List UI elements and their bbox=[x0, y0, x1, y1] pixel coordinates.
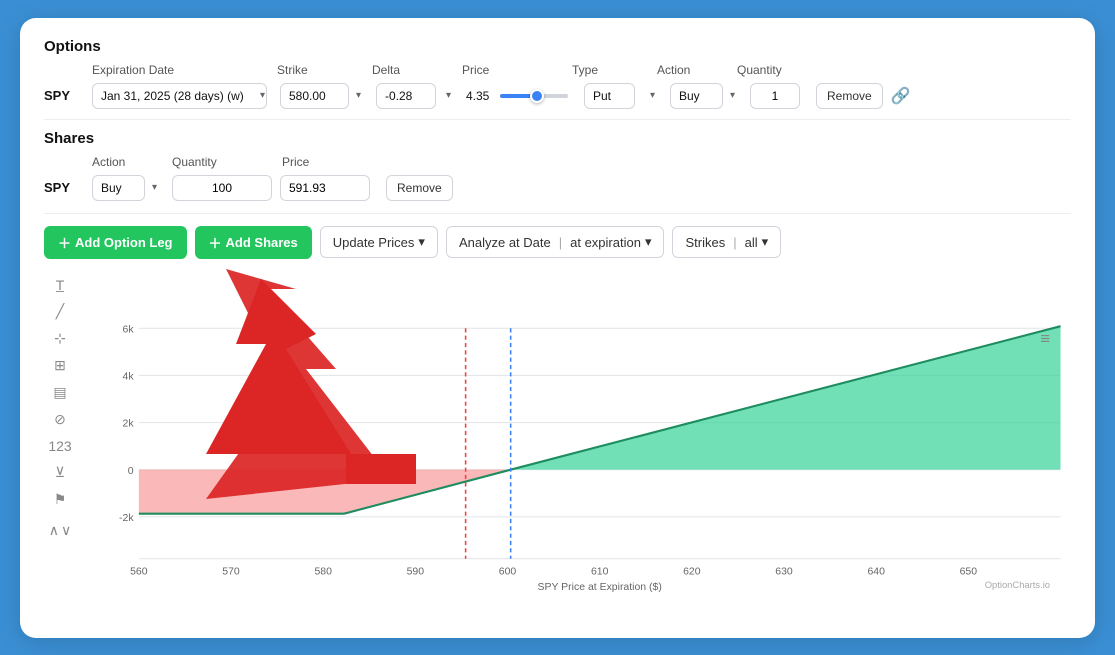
svg-text:650: 650 bbox=[960, 566, 978, 577]
svg-text:610: 610 bbox=[591, 566, 609, 577]
strike-select[interactable]: 580.00 bbox=[280, 83, 349, 109]
header-quantity: Quantity bbox=[737, 63, 797, 77]
delta-select[interactable]: -0.28 bbox=[376, 83, 436, 109]
profit-loss-chart: Expected Profit & Loss ($) 6k 4k 2k 0 -2… bbox=[76, 269, 1071, 618]
grid-tool-icon[interactable]: ⊞ bbox=[54, 357, 66, 374]
svg-text:6k: 6k bbox=[123, 324, 135, 335]
dropdown-icon-update: ▾ bbox=[418, 234, 425, 250]
svg-text:580: 580 bbox=[314, 566, 332, 577]
add-option-leg-button[interactable]: ＋ Add Option Leg bbox=[44, 226, 187, 259]
expiration-select[interactable]: Jan 31, 2025 (28 days) (w) bbox=[92, 83, 267, 109]
svg-text:2k: 2k bbox=[123, 418, 135, 429]
table-tool-icon[interactable]: ▤ bbox=[53, 384, 66, 401]
eye-tool-icon[interactable]: ⊘ bbox=[54, 411, 66, 428]
slider-thumb bbox=[530, 89, 544, 103]
shares-row: SPY Buy Remove bbox=[44, 175, 1071, 214]
share-action-select[interactable]: Buy bbox=[92, 175, 145, 201]
share-quantity-input[interactable] bbox=[172, 175, 272, 201]
main-card: Options Expiration Date Strike Delta Pri… bbox=[20, 18, 1095, 638]
svg-text:600: 600 bbox=[499, 566, 517, 577]
svg-text:OptionCharts.io: OptionCharts.io bbox=[985, 579, 1050, 590]
point-tool-icon[interactable]: ⊹ bbox=[54, 330, 66, 347]
share-price-input[interactable] bbox=[280, 175, 370, 201]
options-title: Options bbox=[44, 38, 1071, 55]
header-action: Action bbox=[657, 63, 737, 77]
svg-text:-2k: -2k bbox=[119, 513, 134, 524]
shares-header-qty: Quantity bbox=[172, 155, 282, 169]
option-ticker: SPY bbox=[44, 88, 92, 103]
add-shares-button[interactable]: ＋ Add Shares bbox=[195, 226, 312, 259]
option-price: 4.35 bbox=[466, 89, 496, 103]
svg-text:0: 0 bbox=[128, 465, 134, 476]
chevron-up-icon[interactable]: ∧ bbox=[49, 522, 59, 539]
type-select[interactable]: Put bbox=[584, 83, 635, 109]
axis-tool-icon[interactable]: ⊻ bbox=[55, 464, 65, 481]
header-expiration: Expiration Date bbox=[92, 63, 277, 77]
analyze-at-date-button[interactable]: Analyze at Date | at expiration ▾ bbox=[446, 226, 665, 258]
share-ticker: SPY bbox=[44, 180, 92, 195]
dropdown-icon-analyze: ▾ bbox=[645, 234, 652, 250]
chart-icon-panel: T̲ ╱ ⊹ ⊞ ▤ ⊘ 123 ⊻ ⚑ ∧ ∨ bbox=[44, 269, 76, 618]
share-remove-button[interactable]: Remove bbox=[386, 175, 453, 201]
svg-text:570: 570 bbox=[222, 566, 240, 577]
svg-text:620: 620 bbox=[683, 566, 701, 577]
shares-header: Action Quantity Price bbox=[44, 155, 1071, 169]
header-price: Price bbox=[462, 63, 572, 77]
chart-wrapper: Expected Profit & Loss ($) 6k 4k 2k 0 -2… bbox=[76, 269, 1071, 618]
text-tool-icon[interactable]: T̲ bbox=[56, 277, 65, 293]
options-section: Options Expiration Date Strike Delta Pri… bbox=[44, 38, 1071, 130]
price-slider[interactable] bbox=[500, 94, 568, 98]
chart-container: T̲ ╱ ⊹ ⊞ ▤ ⊘ 123 ⊻ ⚑ ∧ ∨ Expected Profit… bbox=[44, 269, 1071, 618]
chevron-down-icon[interactable]: ∨ bbox=[61, 522, 71, 539]
link-icon: 🔗 bbox=[891, 86, 911, 106]
number-tool-icon[interactable]: 123 bbox=[48, 438, 71, 454]
shares-title: Shares bbox=[44, 130, 1071, 147]
option-action-select[interactable]: Buy bbox=[670, 83, 723, 109]
dropdown-icon-strikes: ▾ bbox=[762, 234, 769, 250]
svg-text:≡: ≡ bbox=[1040, 329, 1050, 348]
svg-text:590: 590 bbox=[407, 566, 425, 577]
update-prices-button[interactable]: Update Prices ▾ bbox=[320, 226, 438, 258]
svg-text:630: 630 bbox=[775, 566, 793, 577]
header-delta: Delta bbox=[372, 63, 462, 77]
flag-tool-icon[interactable]: ⚑ bbox=[54, 491, 67, 508]
options-row: SPY Jan 31, 2025 (28 days) (w) 580.00 -0… bbox=[44, 83, 1071, 120]
plus-icon: ＋ bbox=[58, 233, 71, 252]
shares-section: Shares Action Quantity Price SPY Buy Rem… bbox=[44, 130, 1071, 214]
header-type: Type bbox=[572, 63, 657, 77]
svg-text:560: 560 bbox=[130, 566, 148, 577]
option-quantity-input[interactable] bbox=[750, 83, 800, 109]
svg-text:640: 640 bbox=[867, 566, 885, 577]
loss-area bbox=[139, 469, 511, 513]
strikes-button[interactable]: Strikes | all ▾ bbox=[672, 226, 781, 258]
shares-header-action: Action bbox=[92, 155, 172, 169]
svg-text:4k: 4k bbox=[123, 371, 135, 382]
plus-icon-shares: ＋ bbox=[209, 233, 222, 252]
svg-text:SPY Price at Expiration ($): SPY Price at Expiration ($) bbox=[538, 582, 662, 593]
option-remove-button[interactable]: Remove bbox=[816, 83, 883, 109]
header-strike: Strike bbox=[277, 63, 372, 77]
toolbar: ＋ Add Option Leg ＋ Add Shares Update Pri… bbox=[44, 226, 1071, 259]
options-header: Expiration Date Strike Delta Price Type … bbox=[44, 63, 1071, 77]
shares-header-price: Price bbox=[282, 155, 382, 169]
line-tool-icon[interactable]: ╱ bbox=[56, 303, 64, 320]
